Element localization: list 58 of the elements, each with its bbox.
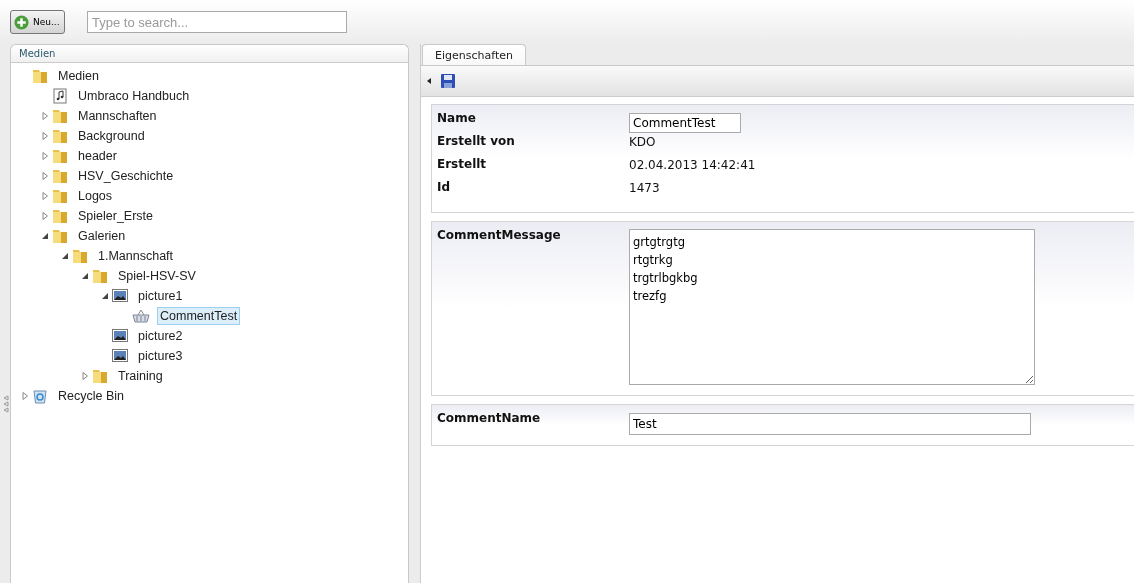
tree-item[interactable]: Training <box>115 367 166 385</box>
search-field[interactable]: Type to search... <box>87 11 347 33</box>
tree-item[interactable]: Spieler_Erste <box>75 207 157 225</box>
folder-icon <box>32 68 48 84</box>
folder-icon <box>52 188 68 204</box>
tree-item[interactable]: picture3 <box>135 347 186 365</box>
property-label: Erstellt von <box>437 133 516 148</box>
collapse-handle-icon[interactable] <box>3 395 9 413</box>
folder-icon <box>52 168 68 184</box>
tree-item[interactable]: Galerien <box>75 227 129 245</box>
folder-icon <box>52 148 68 164</box>
new-button[interactable]: Neu... <box>10 10 65 34</box>
property-label: CommentName <box>437 410 542 425</box>
tab[interactable]: Eigenschaften <box>422 44 526 65</box>
tree-item[interactable]: header <box>75 147 120 165</box>
folder-icon <box>92 268 108 284</box>
text-field[interactable]: Test <box>629 413 1031 435</box>
tree-item[interactable]: 1.Mannschaft <box>95 247 177 265</box>
expander-icon[interactable] <box>81 272 89 280</box>
plus-icon <box>14 14 29 30</box>
recycle-bin-icon <box>32 388 48 404</box>
folder-icon <box>52 108 68 124</box>
tree-item[interactable]: Recycle Bin <box>55 387 127 405</box>
property-label: Erstellt <box>437 156 488 171</box>
tree-item[interactable]: Mannschaften <box>75 107 160 125</box>
folder-icon <box>52 208 68 224</box>
message-field[interactable]: grtgtrgtg rtgtrkg trgtrlbgkbg trezfg <box>629 229 1035 385</box>
image-icon <box>112 329 128 343</box>
caret-icon[interactable] <box>427 78 431 84</box>
property-value: 02.04.2013 14:42:41 <box>629 157 756 172</box>
tree-item[interactable]: CommentTest <box>157 307 241 325</box>
folder-icon <box>92 368 108 384</box>
tree-item[interactable]: Logos <box>75 187 116 205</box>
tree-item[interactable]: Medien <box>55 67 102 85</box>
panel-title: Medien <box>11 45 408 63</box>
property-value: 1473 <box>629 180 660 195</box>
tree-item[interactable]: picture2 <box>135 327 186 345</box>
image-icon <box>112 349 128 363</box>
folder-icon <box>52 128 68 144</box>
save-icon[interactable] <box>441 74 455 88</box>
property-label: CommentMessage <box>437 227 562 242</box>
image-icon <box>112 289 128 303</box>
expander-icon[interactable] <box>41 232 49 240</box>
property-value: KDO <box>629 134 656 149</box>
basket-icon <box>132 309 150 323</box>
tree-item[interactable]: HSV_Geschichte <box>75 167 177 185</box>
tree-item[interactable]: picture1 <box>135 287 186 305</box>
folder-icon <box>52 228 68 244</box>
property-label: Id <box>437 179 452 194</box>
music-note-icon <box>52 88 68 104</box>
name-field[interactable]: CommentTest <box>629 113 741 133</box>
property-label: Name <box>437 110 477 125</box>
tree-item[interactable]: Background <box>75 127 148 145</box>
tree-item[interactable]: Spiel-HSV-SV <box>115 267 199 285</box>
expander-icon[interactable] <box>61 252 69 260</box>
tree-item[interactable]: Umbraco Handbuch <box>75 87 193 105</box>
expander-icon[interactable] <box>101 292 109 300</box>
folder-icon <box>72 248 88 264</box>
